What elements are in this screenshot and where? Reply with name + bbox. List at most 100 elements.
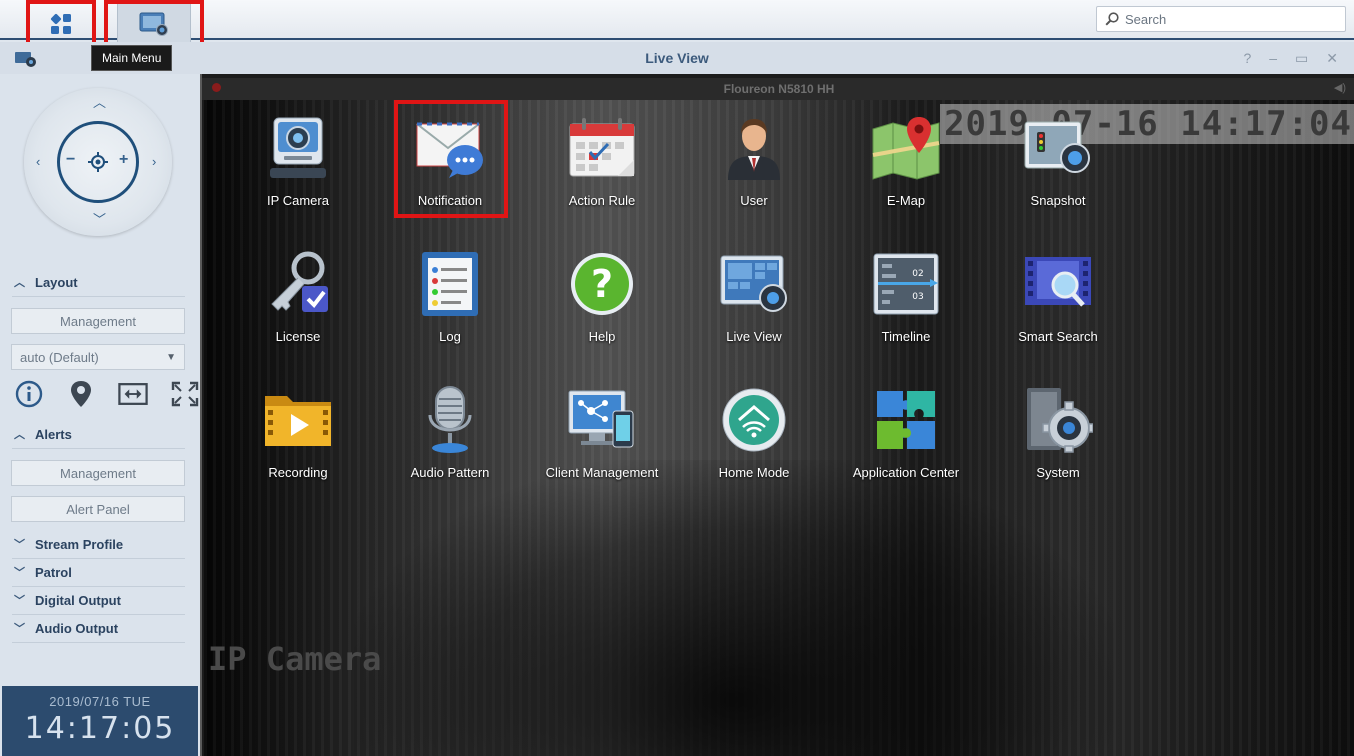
live-view-icon — [720, 255, 787, 312]
timeline-number-bottom: 03 — [912, 292, 923, 302]
timeline-number-top: 02 — [912, 269, 923, 279]
menu-item-smart-search[interactable]: Smart Search — [982, 240, 1134, 360]
puzzle-icon — [877, 391, 935, 449]
chevron-down-icon: ▼ — [166, 351, 176, 363]
menu-item-audio-pattern[interactable]: Audio Pattern — [374, 376, 526, 496]
menu-item-log[interactable]: Log — [374, 240, 526, 360]
close-button[interactable]: ✕ — [1326, 50, 1338, 67]
svg-text:?: ? — [591, 262, 613, 306]
system-clock: 2019/07/16 TUE 14:17:05 — [2, 686, 198, 756]
ptz-control[interactable]: ︿ ﹀ ‹ › − + — [24, 88, 172, 236]
info-button[interactable] — [14, 379, 44, 409]
map-pin-icon — [71, 381, 91, 407]
main-menu-tooltip: Main Menu — [91, 45, 173, 71]
surveillance-app-icon — [14, 50, 38, 71]
menu-item-e-map[interactable]: E-Map — [830, 104, 982, 224]
main-menu-grid: IP Camera Notification Action Rule User … — [222, 104, 1134, 514]
minimize-button[interactable]: – — [1269, 50, 1277, 67]
alerts-section-header[interactable]: ︿ Alerts — [14, 426, 72, 442]
help-icon: ? — [571, 253, 633, 315]
alert-panel-button[interactable]: Alert Panel — [11, 496, 185, 522]
ptz-down-icon[interactable]: ﹀ — [93, 213, 106, 226]
camera-title-bar: Floureon N5810 HH — [202, 78, 1354, 100]
chevron-down-icon: ﹀ — [14, 623, 25, 635]
menu-item-license[interactable]: License — [222, 240, 374, 360]
home-mode-icon — [722, 388, 786, 452]
chevron-up-icon: ︿ — [14, 429, 25, 441]
main-menu-button[interactable] — [26, 0, 96, 48]
fit-width-button[interactable] — [118, 379, 148, 409]
ptz-right-icon[interactable]: › — [152, 155, 156, 168]
menu-item-user[interactable]: User — [678, 104, 830, 224]
chevron-down-icon: ﹀ — [14, 567, 25, 579]
microphone-icon — [428, 386, 472, 453]
chevron-down-icon: ﹀ — [14, 539, 25, 551]
layout-section-header[interactable]: ︿ Layout — [14, 274, 78, 290]
menu-item-help[interactable]: ? Help — [526, 240, 678, 360]
menu-item-home-mode[interactable]: Home Mode — [678, 376, 830, 496]
chevron-up-icon: ︿ — [14, 277, 25, 289]
audio-output-section[interactable]: ﹀ Audio Output — [14, 620, 118, 636]
menu-item-live-view[interactable]: Live View — [678, 240, 830, 360]
fullscreen-icon — [171, 381, 199, 407]
smart-search-icon — [1025, 257, 1091, 307]
window-title-bar: Live View — [0, 42, 1354, 74]
live-view-icon — [139, 12, 168, 36]
menu-item-snapshot[interactable]: Snapshot — [982, 104, 1134, 224]
maximize-button[interactable]: ▭ — [1295, 50, 1308, 67]
camera-name: Floureon N5810 HH — [723, 82, 835, 96]
left-panel: ︿ ﹀ ‹ › − + ︿ Layout Management auto (De… — [0, 74, 200, 756]
menu-item-ip-camera[interactable]: IP Camera — [222, 104, 374, 224]
snapshot-icon — [1024, 121, 1090, 173]
layout-select-value: auto (Default) — [20, 349, 99, 365]
fullscreen-button[interactable] — [170, 379, 200, 409]
taskbar — [0, 0, 1354, 48]
stream-profile-section[interactable]: ﹀ Stream Profile — [14, 536, 123, 552]
menu-item-notification[interactable]: Notification — [374, 104, 526, 224]
layout-tools — [14, 379, 200, 409]
clock-time: 14:17:05 — [24, 711, 176, 746]
timeline-icon: 02 03 — [873, 253, 939, 315]
layout-select[interactable]: auto (Default) ▼ — [11, 344, 185, 370]
menu-item-application-center[interactable]: Application Center — [830, 376, 982, 496]
window-title: Live View — [645, 50, 709, 66]
notification-icon — [416, 122, 483, 178]
log-icon — [422, 252, 478, 316]
help-window-button[interactable]: ? — [1243, 50, 1251, 67]
clock-date: 2019/07/16 TUE — [49, 694, 151, 709]
ptz-up-icon[interactable]: ︿ — [93, 96, 106, 109]
menu-item-timeline[interactable]: 02 03 Timeline — [830, 240, 982, 360]
layout-management-button[interactable]: Management — [11, 308, 185, 334]
client-management-icon — [568, 390, 634, 448]
grid-icon — [50, 13, 71, 34]
search-input[interactable] — [1125, 11, 1335, 27]
menu-item-system[interactable]: System — [982, 376, 1134, 496]
key-icon — [271, 251, 328, 312]
search-box[interactable] — [1096, 6, 1346, 32]
system-gear-icon — [1027, 388, 1093, 453]
fit-width-icon — [118, 383, 148, 405]
patrol-section[interactable]: ﹀ Patrol — [14, 564, 72, 580]
info-icon — [15, 380, 43, 408]
map-icon — [872, 117, 940, 180]
ptz-left-icon[interactable]: ‹ — [36, 155, 40, 168]
record-indicator-icon — [212, 83, 221, 92]
map-pin-button[interactable] — [66, 379, 96, 409]
digital-output-section[interactable]: ﹀ Digital Output — [14, 592, 121, 608]
menu-item-action-rule[interactable]: Action Rule — [526, 104, 678, 224]
menu-item-client-management[interactable]: Client Management — [526, 376, 678, 496]
ptz-center-icon[interactable] — [88, 152, 108, 172]
user-icon — [728, 119, 780, 180]
zoom-in-icon[interactable]: + — [119, 151, 128, 169]
recording-icon — [265, 396, 331, 446]
search-icon — [1105, 12, 1119, 26]
calendar-icon — [569, 118, 635, 177]
speaker-icon[interactable]: ◀) — [1334, 81, 1346, 94]
alerts-management-button[interactable]: Management — [11, 460, 185, 486]
menu-item-recording[interactable]: Recording — [222, 376, 374, 496]
chevron-down-icon: ﹀ — [14, 595, 25, 607]
live-view-taskbar-button[interactable] — [104, 0, 204, 48]
zoom-out-icon[interactable]: − — [66, 151, 75, 169]
window-controls: ? – ▭ ✕ — [1243, 50, 1338, 67]
ip-camera-icon — [270, 117, 326, 178]
